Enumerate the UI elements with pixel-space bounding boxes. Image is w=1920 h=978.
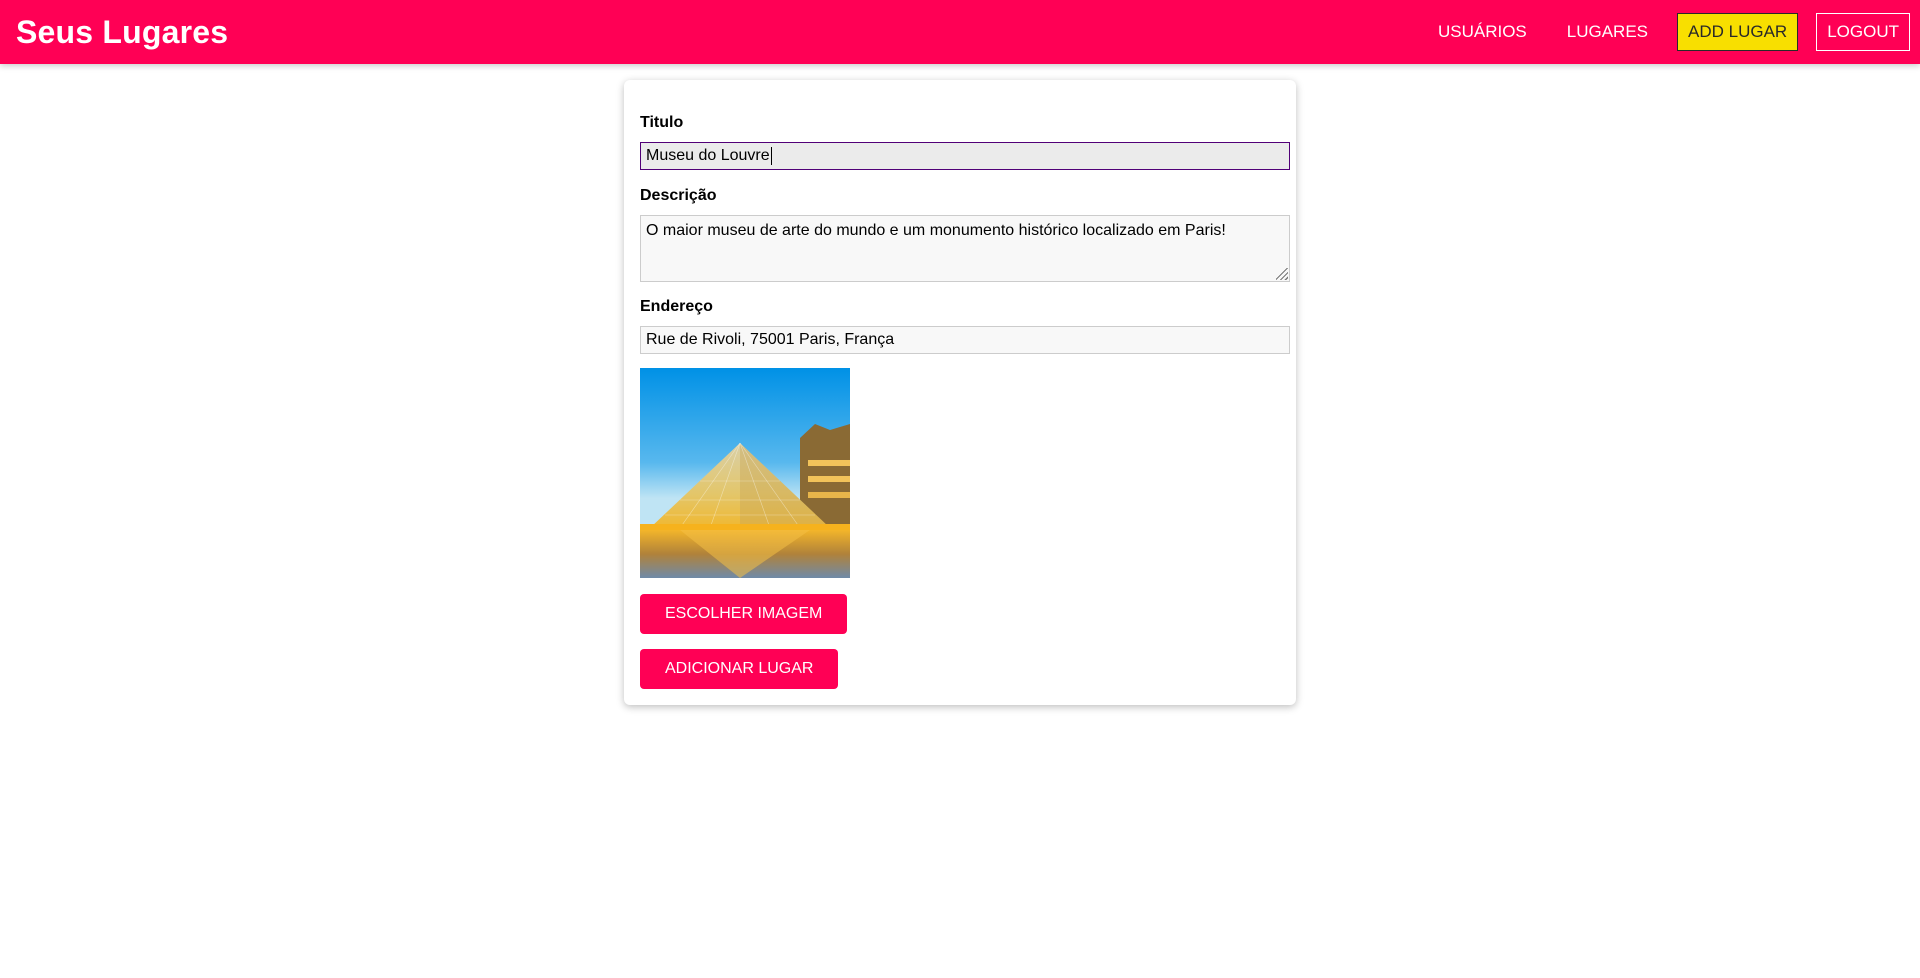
title-input[interactable]: Museu do Louvre xyxy=(640,142,1290,170)
text-caret xyxy=(770,147,772,165)
nav-link-lugares[interactable]: LUGARES xyxy=(1556,13,1659,51)
add-place-submit-button[interactable]: ADICIONAR LUGAR xyxy=(640,649,839,689)
title-input-value: Museu do Louvre xyxy=(646,147,770,164)
resize-grip-icon[interactable] xyxy=(1276,268,1288,280)
top-navbar: Seus Lugares USUÁRIOS LUGARES ADD LUGAR … xyxy=(0,0,1920,64)
description-textarea[interactable]: O maior museu de arte do mundo e um monu… xyxy=(640,215,1290,282)
louvre-pyramid-image xyxy=(640,368,850,578)
image-preview-wrapper xyxy=(640,368,850,578)
title-label: Titulo xyxy=(640,114,684,131)
address-label: Endereço xyxy=(640,298,713,315)
description-value: O maior museu de arte do mundo e um monu… xyxy=(646,222,1226,239)
description-label: Descrição xyxy=(640,187,717,204)
title-field: Titulo Museu do Louvre xyxy=(640,114,1290,170)
address-input[interactable]: Rue de Rivoli, 75001 Paris, França xyxy=(640,326,1290,354)
nav-link-usuarios[interactable]: USUÁRIOS xyxy=(1427,13,1538,51)
nav-link-add-lugar[interactable]: ADD LUGAR xyxy=(1677,13,1799,51)
address-field: Endereço Rue de Rivoli, 75001 Paris, Fra… xyxy=(640,298,1290,354)
brand-logo[interactable]: Seus Lugares xyxy=(16,14,228,51)
address-input-value: Rue de Rivoli, 75001 Paris, França xyxy=(646,331,895,348)
main-nav: USUÁRIOS LUGARES ADD LUGAR LOGOUT xyxy=(1427,0,1910,64)
description-field: Descrição O maior museu de arte do mundo… xyxy=(640,187,1290,282)
add-place-form: Titulo Museu do Louvre Descrição O maior… xyxy=(624,80,1296,705)
choose-image-button[interactable]: ESCOLHER IMAGEM xyxy=(640,594,848,634)
nav-link-logout[interactable]: LOGOUT xyxy=(1816,13,1910,51)
